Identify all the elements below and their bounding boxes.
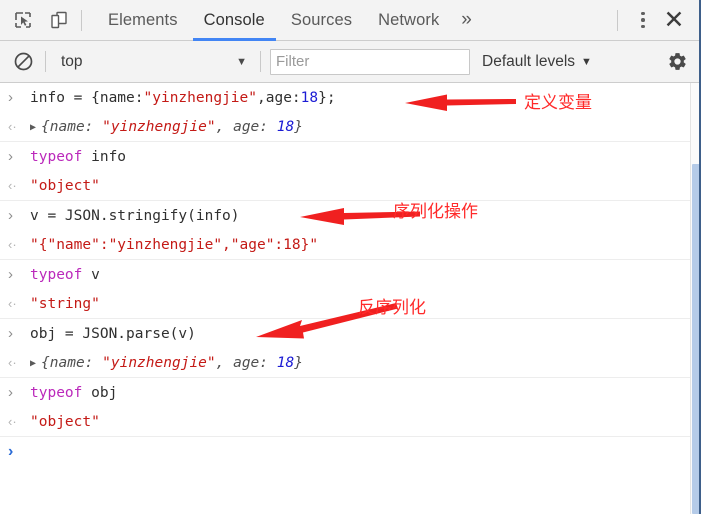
console-input-row[interactable]: › typeof obj bbox=[0, 378, 690, 407]
output-marker-icon: ‹· bbox=[8, 296, 17, 311]
console-output-row[interactable]: ‹· ▶ {name: "yinzhengjie", age: 18} bbox=[0, 348, 690, 377]
console-input-text: typeof obj bbox=[30, 384, 118, 401]
expand-triangle-icon[interactable]: ▶ bbox=[30, 358, 36, 369]
tabbar-left-icons bbox=[0, 7, 72, 33]
console-group: › typeof v ‹· "string" bbox=[0, 260, 690, 319]
input-marker-icon: › bbox=[8, 207, 13, 224]
device-toolbar-icon[interactable] bbox=[46, 7, 72, 33]
input-marker-icon: › bbox=[8, 266, 13, 283]
tab-elements[interactable]: Elements bbox=[95, 0, 191, 41]
prompt-marker-icon: › bbox=[8, 442, 14, 460]
tab-sources[interactable]: Sources bbox=[278, 0, 365, 41]
console-output-row[interactable]: ‹· ▶ {name: "yinzhengjie", age: 18} bbox=[0, 112, 690, 141]
console-input-row[interactable]: › v = JSON.stringify(info) bbox=[0, 201, 690, 230]
log-levels-label: Default levels bbox=[482, 52, 576, 70]
toolbar-divider-1 bbox=[45, 51, 46, 72]
kebab-dot bbox=[641, 24, 645, 29]
input-marker-icon: › bbox=[8, 325, 13, 342]
console-output-text: ▶ {name: "yinzhengjie", age: 18} bbox=[30, 118, 303, 135]
console-prompt-row[interactable]: › bbox=[0, 437, 690, 466]
output-marker-icon: ‹· bbox=[8, 119, 17, 134]
console-output-row[interactable]: ‹· "{"name":"yinzhengjie","age":18}" bbox=[0, 230, 690, 259]
close-devtools-icon[interactable]: ✕ bbox=[659, 5, 689, 35]
console-input-text: info = {name:"yinzhengjie",age:18}; bbox=[30, 89, 336, 106]
console-output-row[interactable]: ‹· "string" bbox=[0, 289, 690, 318]
console-input-row[interactable]: › typeof info bbox=[0, 142, 690, 171]
tabbar-divider bbox=[81, 9, 82, 31]
devtools-tabbar: Elements Console Sources Network » ✕ bbox=[0, 0, 701, 41]
console-toolbar: top ▼ Default levels ▼ bbox=[0, 41, 701, 83]
clear-console-icon[interactable] bbox=[10, 49, 36, 75]
console-output-text: "object" bbox=[30, 413, 100, 430]
kebab-dot bbox=[641, 18, 645, 22]
console-group: › obj = JSON.parse(v) ‹· ▶ {name: "yinzhe… bbox=[0, 319, 690, 378]
tab-console[interactable]: Console bbox=[191, 0, 278, 41]
output-marker-icon: ‹· bbox=[8, 178, 17, 193]
console-group: › typeof info ‹· "object" bbox=[0, 142, 690, 201]
toolbar-divider-2 bbox=[260, 51, 261, 72]
console-output-row[interactable]: ‹· "object" bbox=[0, 407, 690, 436]
console-group: › info = {name:"yinzhengjie",age:18}; ‹·… bbox=[0, 83, 690, 142]
console-output-row[interactable]: ‹· "object" bbox=[0, 171, 690, 200]
console-group: › v = JSON.stringify(info) ‹· "{"name":"… bbox=[0, 201, 690, 260]
execution-context-selector[interactable]: top ▼ bbox=[55, 49, 251, 75]
console-output-text: "object" bbox=[30, 177, 100, 194]
console-input-row[interactable]: › obj = JSON.parse(v) bbox=[0, 319, 690, 348]
panel-tabs: Elements Console Sources Network » bbox=[95, 0, 481, 41]
console-input-text: v = JSON.stringify(info) bbox=[30, 207, 240, 224]
tabbar-right-controls: ✕ bbox=[608, 5, 701, 35]
console-output-text: "{"name":"yinzhengjie","age":18}" bbox=[30, 236, 319, 253]
console-output-text: "string" bbox=[30, 295, 100, 312]
console-output-text: ▶ {name: "yinzhengjie", age: 18} bbox=[30, 354, 303, 371]
output-marker-icon: ‹· bbox=[8, 355, 17, 370]
console-input-row[interactable]: › typeof v bbox=[0, 260, 690, 289]
tabbar-right-divider bbox=[617, 9, 618, 31]
devtools-window: Elements Console Sources Network » ✕ top… bbox=[0, 0, 701, 514]
inspect-element-icon[interactable] bbox=[10, 7, 36, 33]
input-marker-icon: › bbox=[8, 89, 13, 106]
chevron-down-icon: ▼ bbox=[236, 55, 247, 68]
console-rows: › info = {name:"yinzhengjie",age:18}; ‹·… bbox=[0, 83, 690, 514]
console-input-row[interactable]: › info = {name:"yinzhengjie",age:18}; bbox=[0, 83, 690, 112]
output-marker-icon: ‹· bbox=[8, 237, 17, 252]
gear-icon[interactable] bbox=[663, 48, 691, 76]
log-levels-selector[interactable]: Default levels ▼ bbox=[482, 53, 592, 71]
output-marker-icon: ‹· bbox=[8, 414, 17, 429]
console-input-text: typeof v bbox=[30, 266, 100, 283]
filter-input[interactable] bbox=[270, 48, 470, 75]
chevron-down-icon: ▼ bbox=[581, 55, 592, 68]
kebab-dot bbox=[641, 11, 645, 16]
execution-context-value: top bbox=[61, 52, 83, 70]
input-marker-icon: › bbox=[8, 148, 13, 165]
input-marker-icon: › bbox=[8, 384, 13, 401]
console-input-text: typeof info bbox=[30, 148, 127, 165]
expand-triangle-icon[interactable]: ▶ bbox=[30, 122, 36, 133]
console-message-area[interactable]: › info = {name:"yinzhengjie",age:18}; ‹·… bbox=[0, 83, 701, 514]
console-input-text: obj = JSON.parse(v) bbox=[30, 325, 196, 342]
console-group: › typeof obj ‹· "object" bbox=[0, 378, 690, 437]
tab-network[interactable]: Network bbox=[365, 0, 452, 41]
more-tabs-icon[interactable]: » bbox=[452, 0, 481, 41]
customize-menu-icon[interactable] bbox=[629, 6, 657, 34]
